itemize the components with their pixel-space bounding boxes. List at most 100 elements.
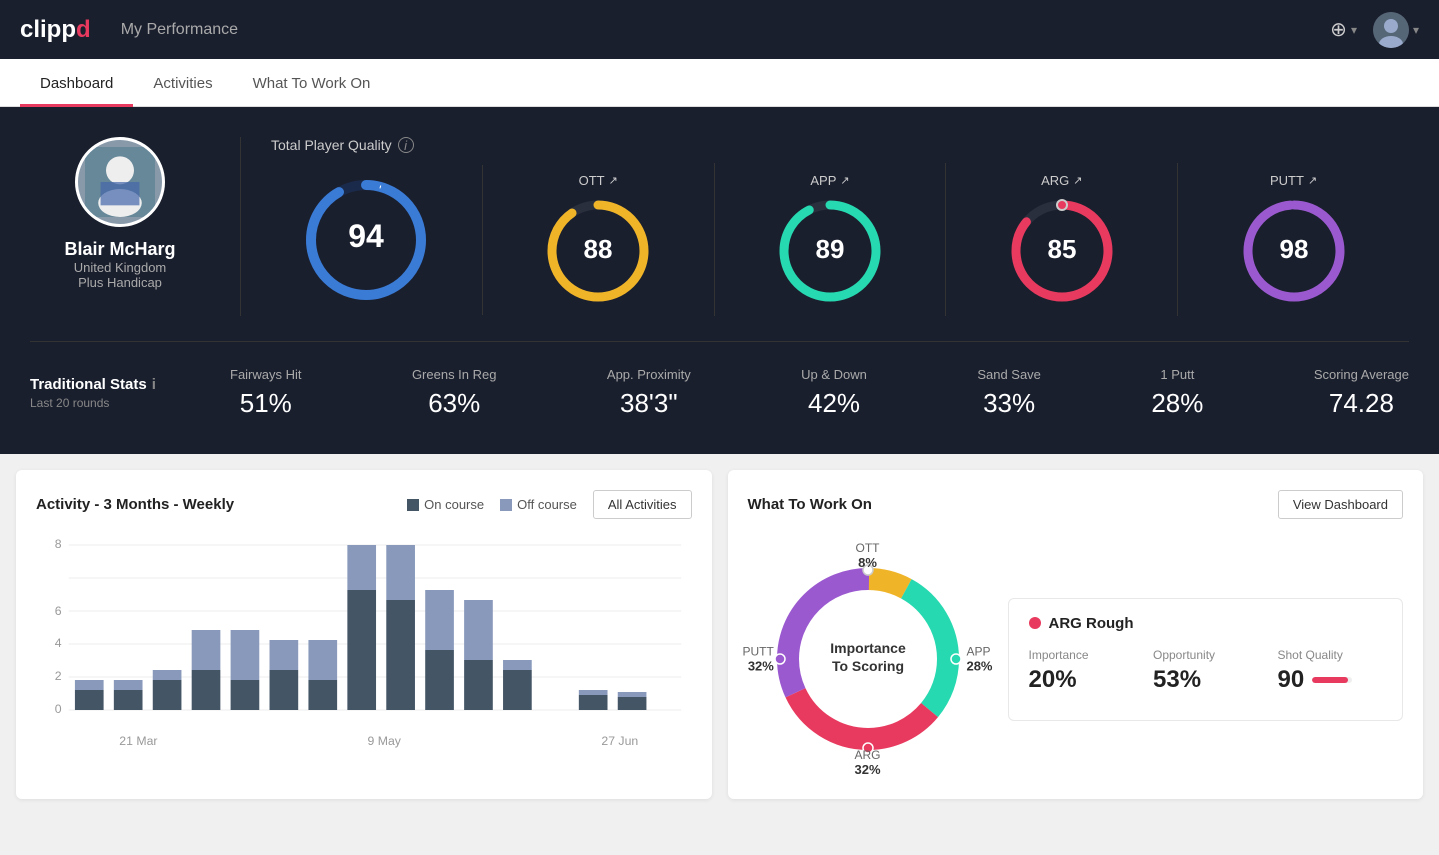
player-photo xyxy=(85,147,155,217)
metric-importance: Importance 20% xyxy=(1029,648,1134,694)
svg-text:88: 88 xyxy=(584,234,613,264)
app-label: APP ↗ xyxy=(810,173,849,188)
svg-text:0: 0 xyxy=(55,702,62,716)
gauge-app: APP ↗ 89 xyxy=(715,163,947,316)
stat-app-proximity: App. Proximity 38'3" xyxy=(607,367,691,419)
tab-bar: Dashboard Activities What To Work On xyxy=(0,59,1439,107)
tab-dashboard[interactable]: Dashboard xyxy=(20,63,133,107)
svg-text:27 Jun: 27 Jun xyxy=(601,734,638,748)
svg-text:94: 94 xyxy=(349,218,385,254)
quality-label-text: Total Player Quality xyxy=(271,137,392,153)
detail-card-title: ARG Rough xyxy=(1029,615,1383,632)
importance-label: Importance xyxy=(1029,648,1134,662)
player-country: United Kingdom xyxy=(74,260,167,275)
metric-shot-quality: Shot Quality 90 xyxy=(1278,648,1383,694)
quality-section: Total Player Quality i 94 OTT xyxy=(251,137,1409,316)
view-dashboard-button[interactable]: View Dashboard xyxy=(1278,490,1403,519)
fairways-hit-value: 51% xyxy=(230,388,302,419)
opportunity-label: Opportunity xyxy=(1153,648,1258,662)
logo-text-clip: clipp xyxy=(20,16,76,44)
svg-text:4: 4 xyxy=(55,636,62,650)
stat-label-title: Traditional Stats i xyxy=(30,376,230,393)
svg-text:To Scoring: To Scoring xyxy=(831,658,903,674)
all-activities-button[interactable]: All Activities xyxy=(593,490,692,519)
ott-donut-label: OTT 8% xyxy=(856,541,880,570)
svg-text:8: 8 xyxy=(55,537,62,551)
arg-label: ARG ↗ xyxy=(1041,173,1082,188)
metric-opportunity: Opportunity 53% xyxy=(1153,648,1258,694)
header-right: ⊕ ▾ ▾ xyxy=(1330,12,1419,48)
stat-greens-in-reg: Greens In Reg 63% xyxy=(412,367,497,419)
detail-card-name: ARG Rough xyxy=(1049,615,1134,632)
gauge-putt: PUTT ↗ 98 xyxy=(1178,163,1409,316)
tab-activities[interactable]: Activities xyxy=(133,63,232,107)
add-icon: ⊕ xyxy=(1330,17,1347,42)
stat-items: Fairways Hit 51% Greens In Reg 63% App. … xyxy=(230,367,1409,419)
wtwon-title: What To Work On xyxy=(748,496,872,513)
add-chevron: ▾ xyxy=(1351,23,1357,37)
legend-on-course-label: On course xyxy=(424,497,484,512)
stat-label-block: Traditional Stats i Last 20 rounds xyxy=(30,376,230,410)
add-button[interactable]: ⊕ ▾ xyxy=(1330,17,1357,42)
trad-stats-title: Traditional Stats xyxy=(30,376,147,393)
user-chevron: ▾ xyxy=(1413,23,1419,37)
bottom-panels: Activity - 3 Months - Weekly On course O… xyxy=(0,454,1439,815)
header-left: clippd My Performance xyxy=(20,16,238,44)
gauge-total-svg: 94 xyxy=(301,175,431,305)
legend-off-course-icon xyxy=(500,499,512,511)
putt-label-text: PUTT xyxy=(1270,173,1304,188)
wtwon-header: What To Work On View Dashboard xyxy=(748,490,1404,519)
putt-label: PUTT ↗ xyxy=(1270,173,1317,188)
player-name: Blair McHarg xyxy=(64,239,175,260)
svg-text:21 Mar: 21 Mar xyxy=(119,734,157,748)
gauge-ott-svg: 88 xyxy=(543,196,653,306)
avatar-image xyxy=(1373,12,1409,48)
arg-arrow: ↗ xyxy=(1073,174,1082,187)
header: clippd My Performance ⊕ ▾ ▾ xyxy=(0,0,1439,59)
chart-area: 8 6 4 2 0 xyxy=(36,535,692,765)
stat-up-down: Up & Down 42% xyxy=(801,367,867,419)
gauge-arg-svg: 85 xyxy=(1007,196,1117,306)
trad-stats-info-icon[interactable]: i xyxy=(152,376,156,393)
chart-svg: 8 6 4 2 0 xyxy=(36,535,692,765)
stat-scoring-average: Scoring Average 74.28 xyxy=(1314,367,1409,419)
app-donut-label: APP 28% xyxy=(966,645,992,674)
chart-header: Activity - 3 Months - Weekly On course O… xyxy=(36,490,692,519)
app-proximity-value: 38'3" xyxy=(607,388,691,419)
hero-section: Blair McHarg United Kingdom Plus Handica… xyxy=(0,107,1439,454)
user-menu[interactable]: ▾ xyxy=(1373,12,1419,48)
stats-row: Traditional Stats i Last 20 rounds Fairw… xyxy=(30,341,1409,419)
greens-in-reg-label: Greens In Reg xyxy=(412,367,497,382)
gauges-row: 94 OTT ↗ 88 xyxy=(251,163,1409,316)
player-handicap: Plus Handicap xyxy=(78,275,162,290)
gauge-putt-svg: 98 xyxy=(1239,196,1349,306)
arg-label-text: ARG xyxy=(1041,173,1069,188)
shot-quality-bar xyxy=(1312,677,1352,683)
logo: clippd xyxy=(20,16,91,44)
quality-info-icon[interactable]: i xyxy=(398,137,414,153)
hero-top: Blair McHarg United Kingdom Plus Handica… xyxy=(30,137,1409,316)
chart-header-right: On course Off course All Activities xyxy=(407,490,691,519)
gauge-app-svg: 89 xyxy=(775,196,885,306)
1-putt-label: 1 Putt xyxy=(1151,367,1203,382)
legend-on-course-icon xyxy=(407,499,419,511)
stat-label-sub: Last 20 rounds xyxy=(30,396,230,410)
shot-quality-bar-fill xyxy=(1312,677,1348,683)
stat-fairways-hit: Fairways Hit 51% xyxy=(230,367,302,419)
player-avatar xyxy=(75,137,165,227)
legend-off-course: Off course xyxy=(500,497,577,512)
activity-panel: Activity - 3 Months - Weekly On course O… xyxy=(16,470,712,799)
divider-vertical xyxy=(240,137,241,316)
fairways-hit-label: Fairways Hit xyxy=(230,367,302,382)
tab-what-to-work-on[interactable]: What To Work On xyxy=(233,63,391,107)
wtwon-panel: What To Work On View Dashboard xyxy=(728,470,1424,799)
scoring-average-label: Scoring Average xyxy=(1314,367,1409,382)
svg-text:2: 2 xyxy=(55,669,62,683)
svg-text:89: 89 xyxy=(816,234,845,264)
shot-quality-value: 90 xyxy=(1278,666,1305,694)
quality-label: Total Player Quality i xyxy=(271,137,1409,153)
importance-value: 20% xyxy=(1029,666,1134,694)
donut-container: Importance To Scoring OTT 8% APP 28% xyxy=(748,539,988,779)
greens-in-reg-value: 63% xyxy=(412,388,497,419)
ott-arrow: ↗ xyxy=(609,174,618,187)
